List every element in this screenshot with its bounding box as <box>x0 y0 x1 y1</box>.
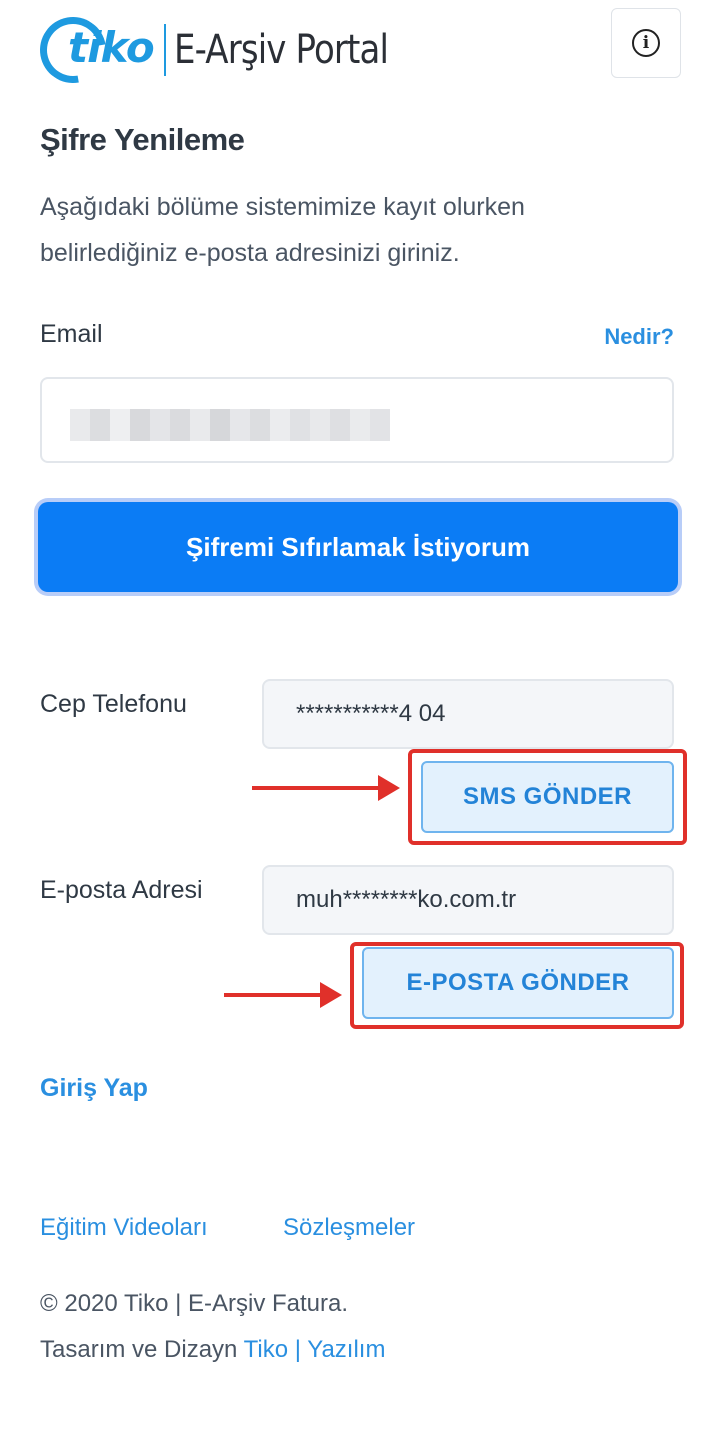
login-link[interactable]: Giriş Yap <box>40 1074 148 1103</box>
tiko-logo-mark: tiko <box>27 4 158 96</box>
logo-word: tiko <box>68 23 155 72</box>
logo-divider <box>164 24 166 76</box>
info-icon: i <box>632 29 660 57</box>
send-sms-button[interactable]: SMS GÖNDER <box>421 761 674 833</box>
send-email-button[interactable]: E-POSTA GÖNDER <box>362 947 674 1019</box>
annotation-arrow-sms <box>252 775 400 801</box>
phone-field: ***********4 04 <box>262 679 674 749</box>
design-credit: Tasarım ve Dizayn Tiko | Yazılım <box>40 1336 385 1364</box>
phone-label: Cep Telefonu <box>40 690 187 718</box>
redacted-email-value <box>70 409 390 441</box>
annotation-arrow-email <box>224 982 342 1008</box>
info-button[interactable]: i <box>611 8 681 78</box>
help-link[interactable]: Nedir? <box>604 324 674 350</box>
brand-logo[interactable]: tiko E-Arşiv Portal <box>27 4 426 96</box>
email-address-label: E-posta Adresi <box>40 876 203 904</box>
footer-link-agreements[interactable]: Sözleşmeler <box>283 1214 415 1242</box>
page-description: Aşağıdaki bölüme sistemimize kayıt olurk… <box>40 193 525 267</box>
email-address-field: muh********ko.com.tr <box>262 865 674 935</box>
page-title: Şifre Yenileme <box>40 122 245 157</box>
design-credit-link[interactable]: Tiko | Yazılım <box>244 1336 386 1363</box>
footer-link-training-videos[interactable]: Eğitim Videoları <box>40 1214 208 1242</box>
portal-name: E-Arşiv Portal <box>174 27 389 73</box>
reset-password-button[interactable]: Şifremi Sıfırlamak İstiyorum <box>38 502 678 592</box>
design-credit-prefix: Tasarım ve Dizayn <box>40 1336 238 1363</box>
email-label: Email <box>40 320 103 348</box>
email-input[interactable] <box>40 377 674 463</box>
copyright-text: © 2020 Tiko | E-Arşiv Fatura. <box>40 1290 349 1317</box>
